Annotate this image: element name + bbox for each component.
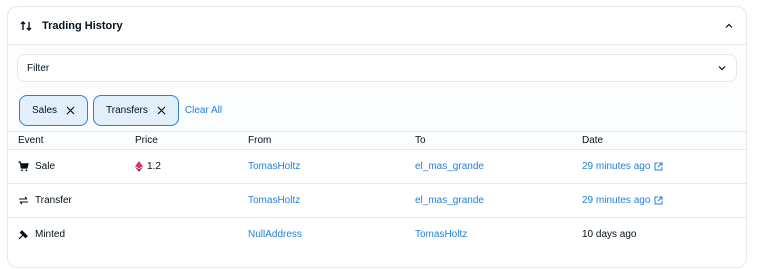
external-link-icon (654, 162, 663, 171)
filter-chip-transfers[interactable]: Transfers (93, 95, 179, 126)
to-link[interactable]: el_mas_grande (415, 161, 582, 172)
filter-chip-sales[interactable]: Sales (19, 95, 89, 126)
filter-dropdown[interactable]: Filter (17, 54, 737, 82)
external-link-icon (654, 196, 663, 205)
price-value: 1.2 (147, 161, 161, 172)
chip-label: Sales (32, 105, 58, 116)
clear-all-link[interactable]: Clear All (185, 105, 222, 116)
panel-title: Trading History (42, 19, 123, 32)
trading-history-panel: Trading History Filter Sales Transfers C… (7, 6, 747, 268)
event-cell: Sale (8, 161, 135, 172)
chevron-down-icon (717, 63, 727, 73)
from-link[interactable]: TomasHoltz (248, 161, 415, 172)
table-row: Minted NullAddress TomasHoltz 10 days ag… (8, 217, 746, 251)
close-icon[interactable] (66, 106, 75, 115)
event-label: Minted (35, 229, 66, 240)
minted-icon (18, 229, 29, 240)
to-link[interactable]: el_mas_grande (415, 195, 582, 206)
from-link[interactable]: NullAddress (248, 229, 415, 240)
date-link[interactable]: 29 minutes ago (582, 195, 663, 206)
to-link[interactable]: TomasHoltz (415, 229, 582, 240)
from-link[interactable]: TomasHoltz (248, 195, 415, 206)
table-row: Sale 1.2 TomasHoltz el_mas_grande 29 min… (8, 149, 746, 183)
chip-label: Transfers (106, 105, 148, 116)
column-header-date: Date (582, 135, 604, 146)
date-text: 10 days ago (582, 229, 637, 240)
table-row: Transfer TomasHoltz el_mas_grande 29 min… (8, 183, 746, 217)
filter-label: Filter (27, 62, 50, 74)
arrows-up-down-icon (20, 20, 32, 32)
table-header-row: Event Price From To Date (8, 131, 746, 149)
date-text: 29 minutes ago (582, 161, 651, 172)
column-header-event: Event (18, 135, 44, 146)
column-header-to: To (415, 135, 426, 146)
chevron-up-icon[interactable] (724, 21, 734, 31)
event-cell: Transfer (8, 195, 135, 206)
trading-history-table: Event Price From To Date Sale 1.2 TomasH… (8, 131, 746, 251)
date-link[interactable]: 29 minutes ago (582, 161, 663, 172)
panel-header[interactable]: Trading History (8, 7, 746, 45)
cart-icon (18, 161, 29, 172)
panel-body: Filter Sales Transfers Clear All Event P… (8, 45, 746, 251)
event-cell: Minted (8, 229, 135, 240)
price-cell: 1.2 (135, 161, 248, 172)
event-label: Transfer (35, 195, 72, 206)
column-header-price: Price (135, 135, 158, 146)
date-text: 29 minutes ago (582, 195, 651, 206)
transfer-arrows-icon (18, 195, 29, 206)
column-header-from: From (248, 135, 272, 146)
close-icon[interactable] (157, 106, 166, 115)
event-label: Sale (35, 161, 56, 172)
ethereum-icon (135, 161, 143, 172)
active-filters: Sales Transfers Clear All (8, 82, 746, 127)
